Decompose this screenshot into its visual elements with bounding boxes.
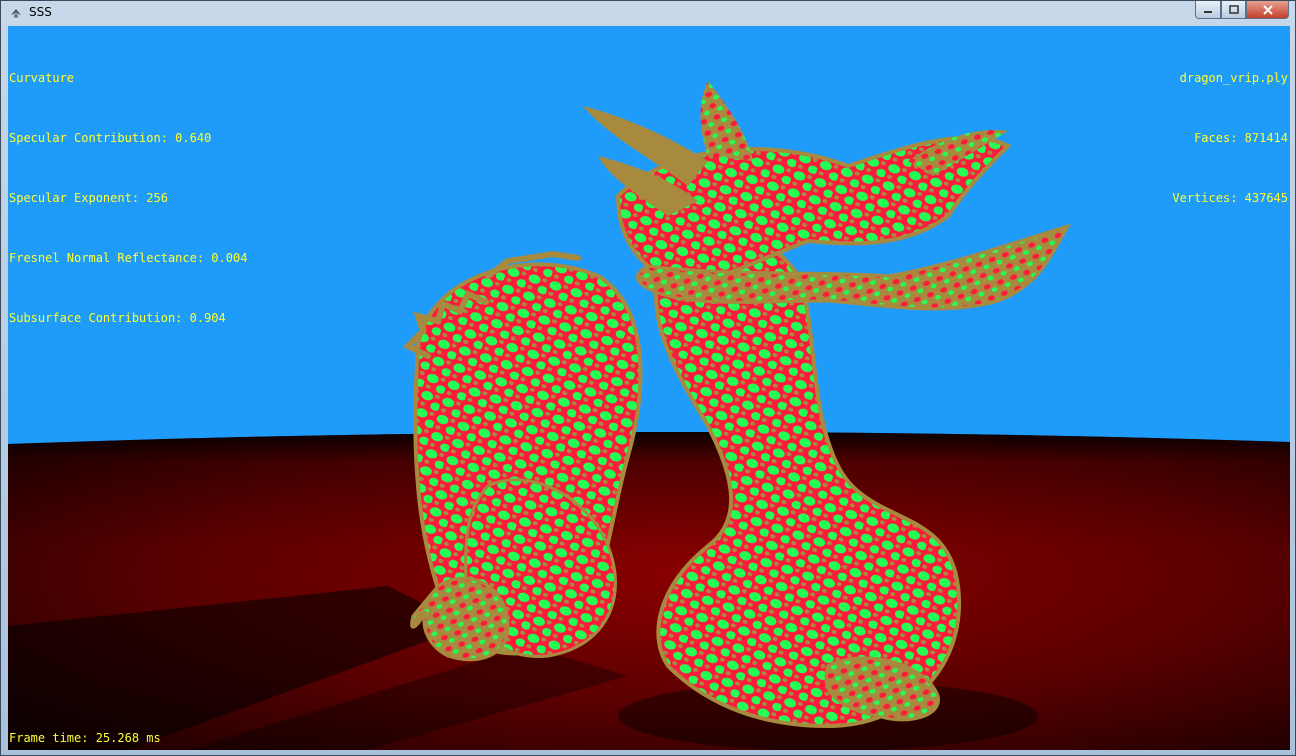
hud-model-filename: dragon_vrip.ply [1179, 71, 1288, 85]
hud-specular-exponent: Specular Exponent: 256 [9, 191, 168, 205]
hud-subsurface-contribution: Subsurface Contribution: 0.904 [9, 311, 226, 325]
hud-frame-time: Frame time: 25.268 ms [9, 731, 161, 745]
hud-face-count: Faces: 871414 [1194, 131, 1288, 145]
render-viewport[interactable]: Curvature Specular Contribution: 0.640 S… [8, 26, 1290, 750]
app-window: SSS Curvature Specular Contribution: 0.6… [0, 0, 1296, 756]
maximize-icon [1228, 5, 1239, 14]
hud-parameters: Curvature Specular Contribution: 0.640 S… [9, 28, 247, 368]
minimize-icon [1204, 10, 1212, 13]
hud-fresnel-reflectance: Fresnel Normal Reflectance: 0.004 [9, 251, 248, 265]
maximize-button[interactable] [1221, 1, 1246, 19]
hud-model-info: dragon_vrip.ply Faces: 871414 Vertices: … [1172, 28, 1288, 248]
hud-mode-label: Curvature [9, 71, 75, 85]
minimize-button[interactable] [1195, 1, 1221, 19]
window-title: SSS [29, 5, 52, 19]
hud-specular-contribution: Specular Contribution: 0.640 [9, 131, 212, 145]
close-button[interactable] [1246, 1, 1289, 19]
hud-vertex-count: Vertices: 437645 [1172, 191, 1288, 205]
close-icon [1262, 4, 1273, 15]
title-bar[interactable]: SSS [1, 1, 1295, 25]
app-icon[interactable] [9, 6, 23, 20]
